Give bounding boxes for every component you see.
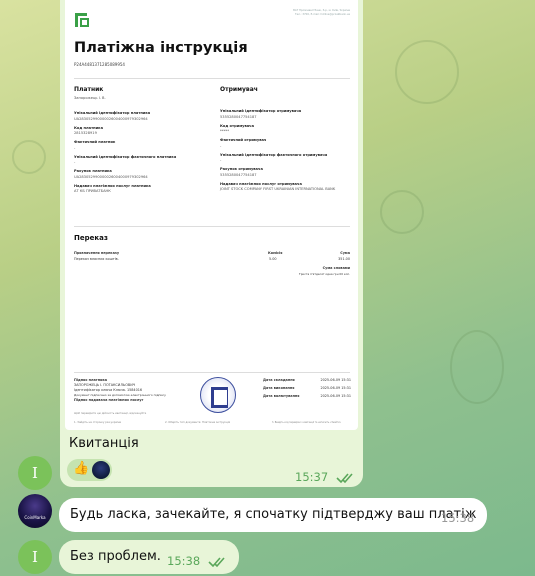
field-value: 5355280047754187 [220,114,257,119]
purpose-label: Призначення переказу [74,251,120,255]
background-doodle [450,330,504,404]
message-caption: Квитанція [69,436,139,451]
message-time: 15:37 [295,470,329,484]
background-doodle [380,190,424,234]
field-value: JOINT STOCK COMPANY FIRST UKRAINIAN INTE… [220,187,336,191]
field-value: 2815328919 [74,131,97,135]
field-label: Рахунок платника [74,169,112,173]
date-value: 2025-06-09 15:31 [320,378,351,382]
message-time: 15:38 [167,554,201,568]
sender-avatar[interactable]: CoinMarka [18,494,52,528]
field-value: 5355280047754187 [220,172,257,177]
signature-line: ЗАПОРОЖЕЦЬ І. ПОТАКСИЛЬОВИЧ [74,383,136,387]
field-value: ***** [220,129,229,133]
thumbs-up-reaction[interactable]: 👍 [73,461,89,476]
verify-step: 1. Зайдіть на сторінку раз.україна [74,421,122,424]
field-value: UA283052990000026004000979302964 [74,174,148,179]
field-label: Фактичний отримувач [220,138,267,142]
purpose-value: Переказ власних коштів. [74,257,119,261]
double-check-icon [336,473,353,484]
date-label: Дата складання [263,378,295,382]
document-number: P24A4481371285089954 [74,62,125,67]
date-label: Дата валютування [263,394,300,398]
dates-block: Дата складання 2025-06-09 15:31 Дата вик… [263,378,351,402]
field-label: Унікальний ідентифікатор отримувача [220,109,302,113]
reactions-bar[interactable]: 👍 [67,459,112,481]
date-row: Дата валютування 2025-06-09 15:31 [263,394,351,402]
verify-step: 3. Введіть код перевірки з квитанції та … [272,421,341,424]
divider [74,78,350,79]
divider [74,372,350,373]
verify-note: Щоб перевірити цю дійсність квитанції, в… [74,412,147,415]
message-text: Без проблем. [70,549,161,564]
user-avatar[interactable]: I [18,540,52,574]
sender-avatar-label: CoinMarka [24,515,46,520]
commission-value: 5.00 [269,257,277,261]
reactor-avatar [92,461,110,479]
date-value: 2025-06-09 15:31 [320,386,351,390]
field-label: Рахунок отримувача [220,167,263,171]
date-label: Дата виконання [263,386,295,390]
amount-label: Сума [340,251,350,255]
field-label: Надавач платіжних послуг платника [74,183,151,188]
commission-label: Комісія [268,251,283,255]
field-value: АТ КБ ПРИВАТБАНК [74,189,111,193]
field-label: Код отримувача [220,123,255,128]
recipient-heading: Отримувач [220,86,258,93]
field-value: - [74,160,76,164]
field-value: - [220,143,222,148]
background-doodle [12,140,46,174]
field-label: Унікальний ідентифікатор фактичного плат… [74,154,177,159]
field-label: Унікальний ідентифікатор фактичного отри… [220,152,328,157]
double-check-icon [208,557,225,568]
field-label: Унікальний ідентифікатор платника [74,111,151,115]
signature-block: Підпис платника ЗАПОРОЖЕЦЬ І. ПОТАКСИЛЬО… [74,378,194,402]
verify-step: 2. Оберіть тип документа: Платіжна інстр… [165,421,231,424]
document-message-bubble[interactable]: ВАТ Промінвестбанк, б-р, м. Київ, Україн… [60,0,363,487]
header-meta-line: Тел.: 3700, Е-mail: hotline@privatbank.u… [295,13,350,16]
user-avatar[interactable]: I [18,456,52,490]
field-label: Надавач платіжних послуг отримувача [220,181,302,186]
background-doodle [395,40,459,104]
field-label: Код платника [74,125,104,130]
amount-words-value: Триста п'ятдесят одна грн 00 коп. [299,272,350,276]
message-text: Будь ласка, зачекайте, я спочатку підтве… [70,507,477,522]
field-value: - [220,158,222,162]
field-label: Фактичний платник [74,140,116,144]
recipient-section: Отримувач Унікальний ідентифікатор отрим… [220,86,354,191]
date-value: 2025-06-09 15:31 [320,394,351,398]
date-row: Дата виконання 2025-06-09 15:31 [263,386,351,394]
payer-name: Запорожець І. В. [74,96,106,100]
privatbank-logo-icon [74,12,90,28]
date-row: Дата складання 2025-06-09 15:31 [263,378,351,386]
payment-document-image[interactable]: ВАТ Промінвестбанк, б-р, м. Київ, Україн… [65,0,358,430]
payer-heading: Платник [74,86,104,93]
field-value: - [74,145,76,150]
field-value: UA283052990000026004000979302964 [74,116,148,121]
amount-value: 351.00 [338,257,350,261]
divider [74,226,350,227]
payer-section: Платник Запорожець І. В. Унікальний іден… [74,86,208,193]
signature-line: Ідентифікатор ключа Ключа. 1584016 [74,388,143,392]
amount-words-label: Сума словами [322,266,350,270]
signature-line: Документ підписано за допомогою електрон… [74,393,166,397]
signature-line: Підпис надавача платіжних послуг [74,398,144,402]
bank-stamp-icon [200,377,236,413]
signature-line: Підпис платника [74,378,108,382]
transfer-heading: Переказ [74,234,108,242]
document-title: Платіжна інструкція [74,40,248,56]
document-header-meta: ВАТ Промінвестбанк, б-р, м. Київ, Україн… [230,9,350,17]
message-time: 15:38 [441,511,475,525]
